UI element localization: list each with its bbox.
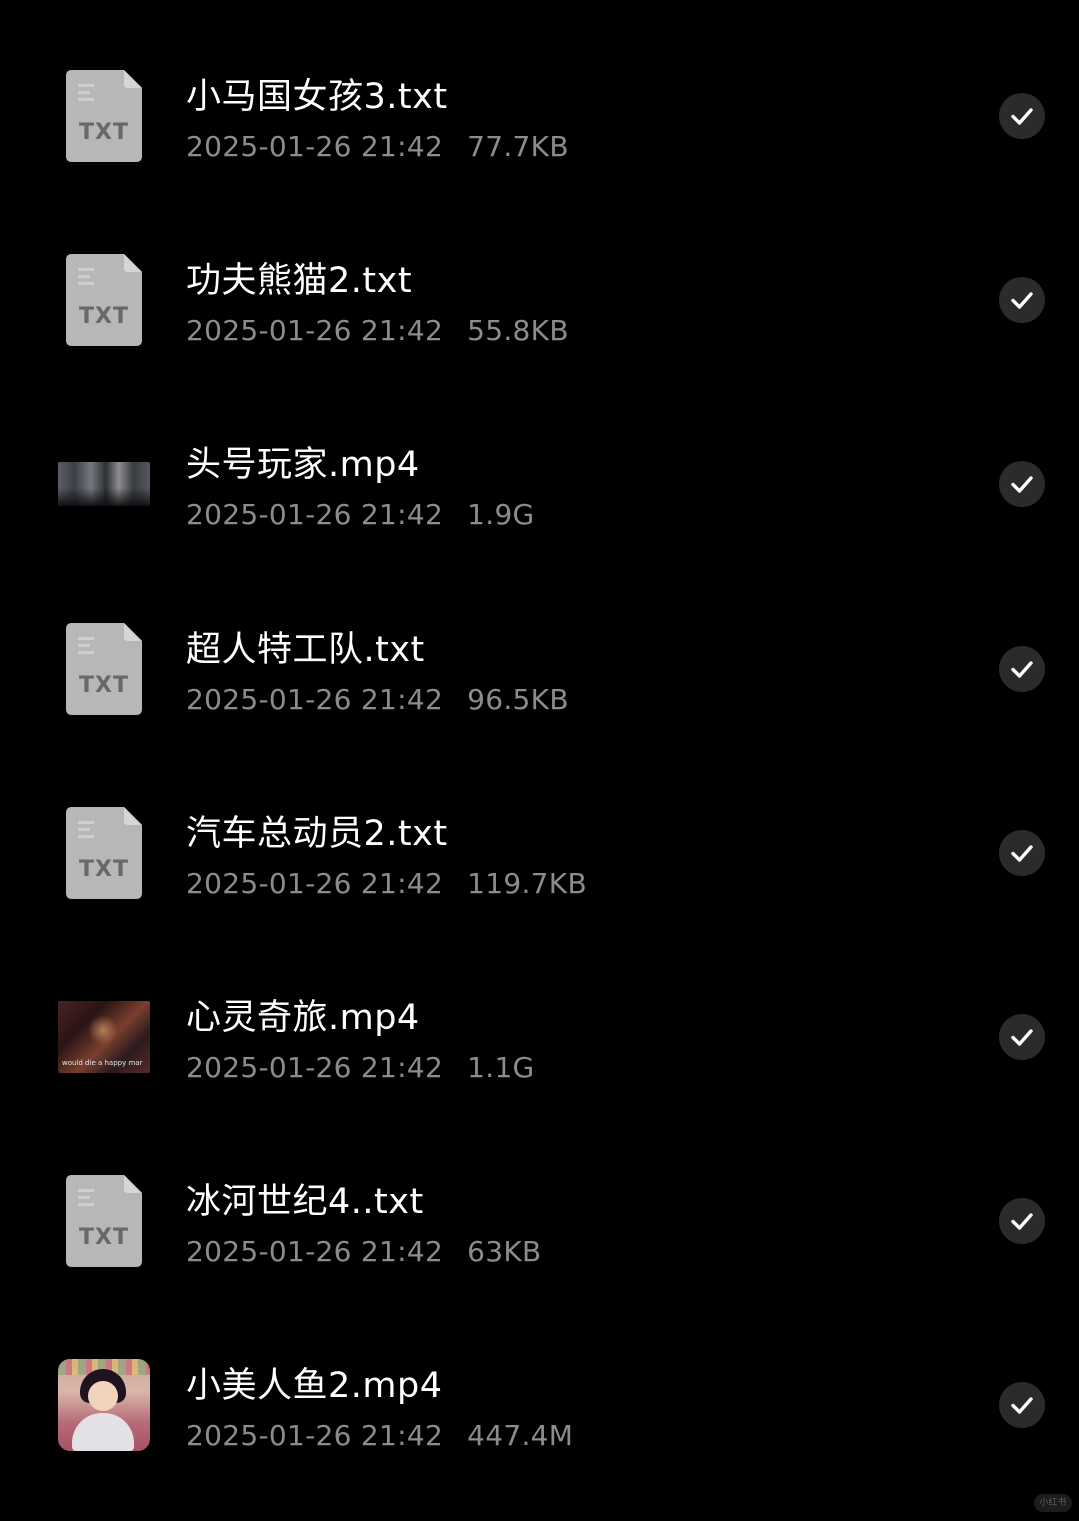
txt-label: TXT [79, 856, 129, 882]
checkmark-icon[interactable] [999, 829, 1045, 876]
checkmark-icon[interactable] [999, 645, 1045, 692]
file-name: 小马国女孩3.txt [186, 77, 448, 117]
txt-file-icon: TXT [58, 1175, 150, 1268]
file-meta: 2025-01-26 21:42 1.9G [186, 498, 535, 531]
file-date: 2025-01-26 21:42 [186, 130, 444, 163]
file-meta: 2025-01-26 21:42 63KB [186, 1235, 542, 1268]
video-thumbnail [58, 438, 150, 530]
file-size: 77.7KB [467, 130, 569, 163]
file-name: 头号玩家.mp4 [186, 445, 420, 486]
file-meta: 2025-01-26 21:42 1.1G [186, 1051, 535, 1084]
file-row[interactable]: would die a happy mar 心灵奇旅.mp4 2025-01-26 … [0, 945, 1079, 1129]
file-meta: 2025-01-26 21:42 447.4M [186, 1419, 573, 1452]
file-meta: 2025-01-26 21:42 119.7KB [186, 867, 587, 900]
video-thumbnail: would die a happy mar [58, 991, 150, 1083]
file-date: 2025-01-26 21:42 [186, 682, 444, 716]
file-row[interactable]: TXT 超人特工队.txt 2025-01-26 21:42 96.5KB [0, 577, 1079, 761]
thumbnail-caption: would die a happy mar [62, 1058, 143, 1067]
checkmark-icon[interactable] [999, 277, 1045, 324]
file-size: 96.5KB [467, 682, 569, 716]
file-name: 小美人鱼2.mp4 [186, 1366, 443, 1407]
txt-label: TXT [79, 1225, 129, 1251]
file-name: 汽车总动员2.txt [186, 813, 448, 854]
checkmark-icon[interactable] [999, 93, 1045, 139]
file-date: 2025-01-26 21:42 [186, 1419, 444, 1453]
file-date: 2025-01-26 21:42 [186, 1050, 444, 1084]
txt-label: TXT [79, 120, 129, 145]
file-row[interactable]: TXT 冰河世纪4..txt 2025-01-26 21:42 63KB [0, 1129, 1079, 1313]
txt-label: TXT [79, 304, 129, 330]
file-row[interactable]: TXT 功夫熊猫2.txt 2025-01-26 21:42 55.8KB [0, 208, 1079, 392]
checkmark-icon[interactable] [999, 461, 1045, 508]
checkmark-icon[interactable] [999, 1382, 1045, 1429]
txt-label: TXT [79, 672, 129, 698]
checkmark-icon[interactable] [999, 1013, 1045, 1060]
txt-file-icon: TXT [58, 622, 150, 715]
file-name: 冰河世纪4..txt [186, 1182, 424, 1223]
file-size: 1.9G [467, 498, 535, 532]
file-date: 2025-01-26 21:42 [186, 498, 444, 532]
file-date: 2025-01-26 21:42 [186, 314, 444, 348]
file-size: 447.4M [467, 1419, 574, 1453]
file-name: 功夫熊猫2.txt [186, 261, 413, 302]
file-date: 2025-01-26 21:42 [186, 866, 444, 900]
file-size: 119.7KB [467, 866, 587, 900]
file-name: 超人特工队.txt [186, 629, 425, 670]
file-size: 1.1G [467, 1050, 535, 1084]
file-name: 心灵奇旅.mp4 [186, 997, 420, 1038]
checkmark-icon[interactable] [999, 1198, 1045, 1245]
file-row[interactable]: TXT 汽车总动员2.txt 2025-01-26 21:42 119.7KB [0, 761, 1079, 945]
file-row[interactable]: 小美人鱼2.mp4 2025-01-26 21:42 447.4M [0, 1313, 1079, 1497]
file-meta: 2025-01-26 21:42 77.7KB [186, 130, 569, 163]
file-row[interactable]: TXT 小马国女孩3.txt 2025-01-26 21:42 77.7KB [0, 24, 1079, 208]
file-meta: 2025-01-26 21:42 55.8KB [186, 314, 569, 347]
txt-file-icon: TXT [58, 70, 150, 162]
video-thumbnail [58, 1359, 150, 1452]
file-meta: 2025-01-26 21:42 96.5KB [186, 683, 569, 716]
file-row[interactable]: 头号玩家.mp4 2025-01-26 21:42 1.9G [0, 392, 1079, 576]
txt-file-icon: TXT [58, 254, 150, 347]
file-size: 63KB [467, 1235, 542, 1269]
file-size: 55.8KB [467, 314, 569, 348]
file-date: 2025-01-26 21:42 [186, 1235, 444, 1269]
watermark-logo: 小红书 [1034, 1494, 1072, 1512]
file-list: TXT 小马国女孩3.txt 2025-01-26 21:42 77.7KB TXT 功夫… [0, 24, 1079, 1498]
txt-file-icon: TXT [58, 806, 150, 899]
